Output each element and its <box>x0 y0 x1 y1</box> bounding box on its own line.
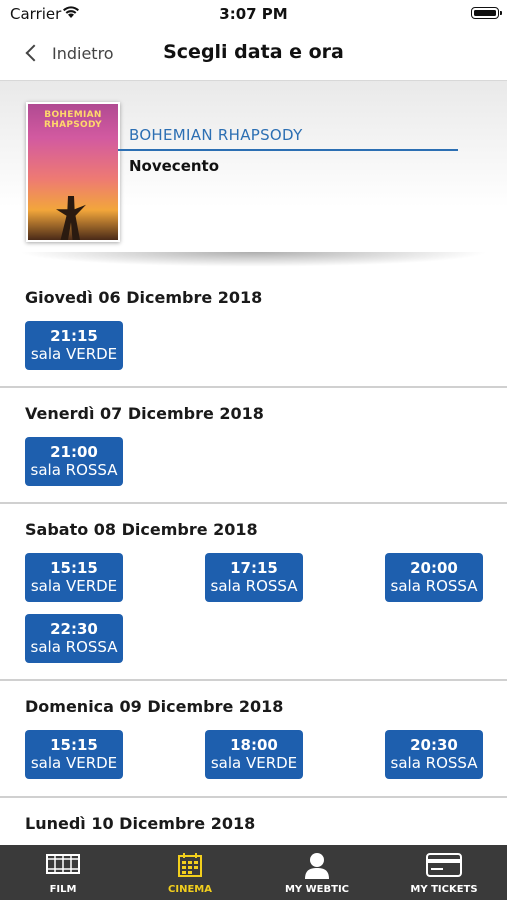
day-title: Lunedì 10 Dicembre 2018 <box>25 814 256 833</box>
tab-my-webtic[interactable]: MY WEBTIC <box>254 845 380 900</box>
showtime-button[interactable]: 22:30 sala ROSSA <box>25 614 123 663</box>
tab-label: MY TICKETS <box>410 884 478 895</box>
show-time: 20:00 <box>410 559 458 577</box>
show-room: sala VERDE <box>30 345 118 363</box>
showtime-button[interactable]: 20:30 sala ROSSA <box>385 730 483 779</box>
show-room: sala ROSSA <box>390 754 478 772</box>
day-title: Venerdì 07 Dicembre 2018 <box>25 404 264 423</box>
show-time: 21:00 <box>50 443 98 461</box>
day-section: Sabato 08 Dicembre 2018 15:15 sala VERDE… <box>0 504 507 681</box>
show-room: sala ROSSA <box>390 577 478 595</box>
day-title: Domenica 09 Dicembre 2018 <box>25 697 284 716</box>
show-room: sala ROSSA <box>30 461 118 479</box>
show-time: 20:30 <box>410 736 458 754</box>
battery-icon <box>471 7 502 19</box>
show-time: 15:15 <box>50 559 98 577</box>
day-section: Giovedì 06 Dicembre 2018 21:15 sala VERD… <box>0 271 507 388</box>
movie-header: BOHEMIAN RHAPSODY BOHEMIAN RHAPSODY Nove… <box>0 81 507 261</box>
tab-label: CINEMA <box>168 884 212 895</box>
tab-bar: FILM CINEMA MY WEBTIC MY TICKETS <box>0 845 507 900</box>
poster-title: BOHEMIAN RHAPSODY <box>44 110 102 130</box>
clock: 3:07 PM <box>219 5 288 23</box>
user-icon <box>305 853 329 879</box>
showtime-button[interactable]: 15:15 sala VERDE <box>25 730 123 779</box>
show-time: 15:15 <box>50 736 98 754</box>
movie-title: BOHEMIAN RHAPSODY <box>129 126 303 144</box>
title-divider <box>118 149 458 151</box>
show-room: sala ROSSA <box>30 638 118 656</box>
showtime-button[interactable]: 21:00 sala ROSSA <box>25 437 123 486</box>
show-time: 21:15 <box>50 327 98 345</box>
tab-cinema[interactable]: CINEMA <box>127 845 253 900</box>
credit-card-icon <box>426 853 462 877</box>
show-time: 18:00 <box>230 736 278 754</box>
tab-label: FILM <box>49 884 77 895</box>
show-room: sala VERDE <box>30 754 118 772</box>
tab-my-tickets[interactable]: MY TICKETS <box>381 845 507 900</box>
tab-label: MY WEBTIC <box>284 884 350 895</box>
day-section: Venerdì 07 Dicembre 2018 21:00 sala ROSS… <box>0 388 507 504</box>
film-icon <box>46 854 80 874</box>
header-shadow <box>0 252 507 268</box>
show-room: sala VERDE <box>210 754 298 772</box>
showtime-button[interactable]: 17:15 sala ROSSA <box>205 553 303 602</box>
showtime-button[interactable]: 15:15 sala VERDE <box>25 553 123 602</box>
day-title: Giovedì 06 Dicembre 2018 <box>25 288 263 307</box>
calendar-icon <box>178 853 202 877</box>
tab-film[interactable]: FILM <box>0 845 126 900</box>
cinema-name: Novecento <box>129 157 220 175</box>
status-bar: Carrier 3:07 PM <box>0 0 507 28</box>
show-room: sala VERDE <box>30 577 118 595</box>
movie-poster: BOHEMIAN RHAPSODY <box>26 102 120 242</box>
showtime-button[interactable]: 21:15 sala VERDE <box>25 321 123 370</box>
navigation-bar: Indietro Scegli data e ora <box>0 28 507 81</box>
show-time: 22:30 <box>50 620 98 638</box>
page-title: Scegli data e ora <box>163 41 344 63</box>
day-title: Sabato 08 Dicembre 2018 <box>25 520 258 539</box>
poster-figure <box>56 196 86 240</box>
showtime-button[interactable]: 18:00 sala VERDE <box>205 730 303 779</box>
show-time: 17:15 <box>230 559 278 577</box>
day-section: Domenica 09 Dicembre 2018 15:15 sala VER… <box>0 681 507 798</box>
show-room: sala ROSSA <box>210 577 298 595</box>
showtime-button[interactable]: 20:00 sala ROSSA <box>385 553 483 602</box>
